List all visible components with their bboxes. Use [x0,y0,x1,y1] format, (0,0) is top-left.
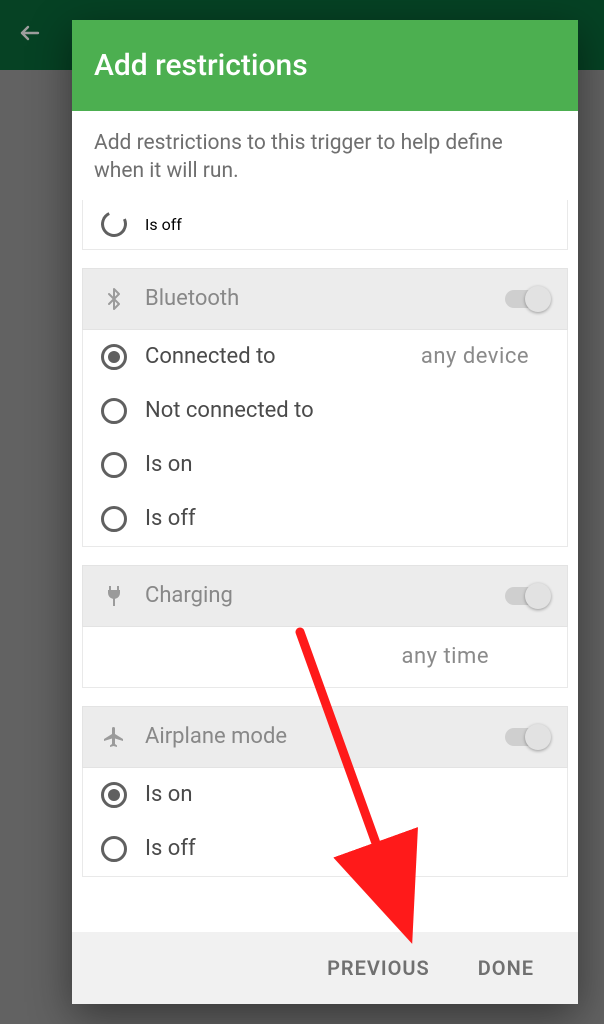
section-label: Bluetooth [145,286,487,311]
radio-icon [101,398,127,424]
radio-icon [101,452,127,478]
airplane-option-is-on[interactable]: Is on [83,768,567,822]
dialog-subtitle: Add restrictions to this trigger to help… [72,111,578,200]
plug-icon [101,584,127,608]
option-label: Connected to [145,344,276,369]
airplane-icon [101,725,127,749]
radio-icon [101,836,127,862]
option-label: Is off [145,836,196,861]
radio-icon [97,208,130,241]
airplane-section-header[interactable]: Airplane mode [82,706,568,768]
option-label: Not connected to [145,398,314,423]
bluetooth-section-header[interactable]: Bluetooth [82,268,568,330]
charging-section-body: any time [82,627,568,688]
option-label: Is on [145,782,193,807]
charging-section-header[interactable]: Charging [82,565,568,627]
charging-toggle[interactable] [505,587,549,605]
charging-time-value: any time [402,644,550,669]
dialog-title: Add restrictions [72,20,578,111]
radio-icon [101,782,127,808]
option-label: Is off [145,215,182,234]
done-button[interactable]: DONE [478,956,534,980]
airplane-section-body: Is on Is off [82,768,568,877]
bluetooth-option-not-connected-to[interactable]: Not connected to [83,384,567,438]
bluetooth-toggle[interactable] [505,290,549,308]
prev-section-option-is-off[interactable]: Is off [82,200,568,250]
option-label: Is off [145,506,196,531]
dialog-button-bar: PREVIOUS DONE [72,932,578,1004]
option-label: Is on [145,452,193,477]
restrictions-scroll-area[interactable]: Is off Bluetooth Connected to any device… [72,200,578,932]
radio-icon [101,344,127,370]
radio-icon [101,506,127,532]
add-restrictions-dialog: Add restrictions Add restrictions to thi… [72,20,578,1004]
section-label: Charging [145,583,487,608]
airplane-option-is-off[interactable]: Is off [83,822,567,876]
bluetooth-option-is-off[interactable]: Is off [83,492,567,546]
bluetooth-option-connected-to[interactable]: Connected to any device [83,330,567,384]
section-label: Airplane mode [145,724,487,749]
bluetooth-option-is-on[interactable]: Is on [83,438,567,492]
previous-button[interactable]: PREVIOUS [327,956,430,980]
charging-value-row[interactable]: any time [83,627,567,687]
bluetooth-device-value[interactable]: any device [421,344,549,369]
bluetooth-icon [101,287,127,311]
airplane-toggle[interactable] [505,728,549,746]
bluetooth-section-body: Connected to any device Not connected to… [82,330,568,547]
